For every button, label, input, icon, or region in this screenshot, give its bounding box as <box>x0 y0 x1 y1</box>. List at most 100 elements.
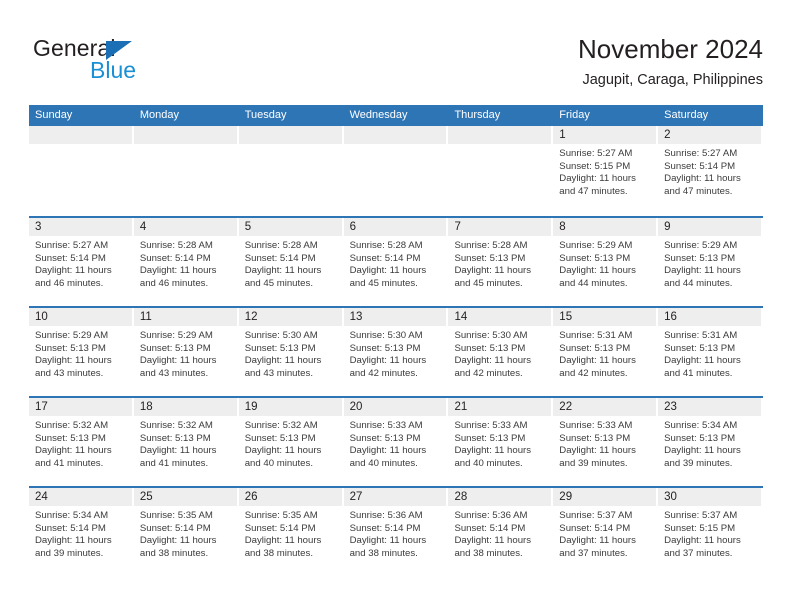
day-number: 15 <box>559 311 573 323</box>
daylight-text-line2: and 40 minutes. <box>454 457 523 469</box>
sunrise-text: Sunrise: 5:29 AM <box>139 330 213 341</box>
day-number-band: 2 <box>658 126 762 144</box>
daylight-text-line2: and 43 minutes. <box>139 367 209 379</box>
day-details <box>344 144 449 148</box>
day-cell[interactable]: 20 Sunrise: 5:33 AM Sunset: 5:13 PM Dayl… <box>343 398 449 486</box>
week-row: 3 Sunrise: 5:27 AM Sunset: 5:14 PM Dayli… <box>29 216 763 306</box>
sunset-text: Sunset: 5:15 PM <box>664 522 736 534</box>
day-number: 9 <box>664 221 671 233</box>
day-cell[interactable]: 23 Sunrise: 5:34 AM Sunset: 5:13 PM Dayl… <box>658 398 763 486</box>
day-cell[interactable]: 14 Sunrise: 5:30 AM Sunset: 5:13 PM Dayl… <box>448 308 553 396</box>
day-cell[interactable] <box>133 126 239 216</box>
day-cell[interactable]: 29 Sunrise: 5:37 AM Sunset: 5:14 PM Dayl… <box>553 488 658 576</box>
page-header: General Blue November 2024 Jagupit, Cara… <box>0 0 792 100</box>
day-cell[interactable]: 30 Sunrise: 5:37 AM Sunset: 5:15 PM Dayl… <box>658 488 763 576</box>
day-details <box>29 144 134 148</box>
day-cell[interactable]: 9 Sunrise: 5:29 AM Sunset: 5:13 PM Dayli… <box>658 218 763 306</box>
day-cell[interactable]: 6 Sunrise: 5:28 AM Sunset: 5:14 PM Dayli… <box>343 218 449 306</box>
sunrise-text: Sunrise: 5:27 AM <box>35 240 109 251</box>
day-details: Sunrise: 5:30 AM Sunset: 5:13 PM Dayligh… <box>448 326 553 380</box>
day-number-band: 22 <box>553 398 657 416</box>
day-cell[interactable] <box>238 126 344 216</box>
day-cell[interactable] <box>448 126 553 216</box>
sunset-text: Sunset: 5:14 PM <box>559 522 631 534</box>
weekday-header-row: Sunday Monday Tuesday Wednesday Thursday… <box>29 105 763 126</box>
day-cell[interactable]: 13 Sunrise: 5:30 AM Sunset: 5:13 PM Dayl… <box>343 308 449 396</box>
day-cell[interactable]: 26 Sunrise: 5:35 AM Sunset: 5:14 PM Dayl… <box>238 488 344 576</box>
day-details: Sunrise: 5:35 AM Sunset: 5:14 PM Dayligh… <box>239 506 344 560</box>
day-cell[interactable]: 4 Sunrise: 5:28 AM Sunset: 5:14 PM Dayli… <box>133 218 239 306</box>
day-cell[interactable]: 28 Sunrise: 5:36 AM Sunset: 5:14 PM Dayl… <box>448 488 553 576</box>
day-number-band: 15 <box>553 308 657 326</box>
sunrise-text: Sunrise: 5:32 AM <box>139 420 213 431</box>
sunrise-text: Sunrise: 5:28 AM <box>349 240 423 251</box>
daylight-text-line2: and 41 minutes. <box>664 367 733 379</box>
sunrise-text: Sunrise: 5:33 AM <box>349 420 423 431</box>
daylight-text-line1: Daylight: 11 hours <box>139 265 217 277</box>
day-cell[interactable] <box>29 126 134 216</box>
daylight-text-line1: Daylight: 11 hours <box>35 355 112 367</box>
calendar-page: General Blue November 2024 Jagupit, Cara… <box>0 0 792 612</box>
day-details: Sunrise: 5:32 AM Sunset: 5:13 PM Dayligh… <box>29 416 134 470</box>
sunset-text: Sunset: 5:13 PM <box>139 432 211 444</box>
daylight-text-line2: and 39 minutes. <box>664 457 733 469</box>
day-details <box>448 144 553 148</box>
day-cell[interactable]: 3 Sunrise: 5:27 AM Sunset: 5:14 PM Dayli… <box>29 218 134 306</box>
daylight-text-line1: Daylight: 11 hours <box>454 265 532 277</box>
daylight-text-line2: and 41 minutes. <box>139 457 209 469</box>
day-number: 22 <box>559 401 573 413</box>
day-cell[interactable]: 2 Sunrise: 5:27 AM Sunset: 5:14 PM Dayli… <box>658 126 763 216</box>
day-cell[interactable]: 5 Sunrise: 5:28 AM Sunset: 5:14 PM Dayli… <box>238 218 344 306</box>
daylight-text-line1: Daylight: 11 hours <box>244 355 322 367</box>
daylight-text-line2: and 44 minutes. <box>559 277 628 289</box>
daylight-text-line1: Daylight: 11 hours <box>559 445 636 457</box>
sunset-text: Sunset: 5:13 PM <box>35 432 106 444</box>
day-number-band: 26 <box>238 488 342 506</box>
day-cell[interactable]: 10 Sunrise: 5:29 AM Sunset: 5:13 PM Dayl… <box>29 308 134 396</box>
day-number: 1 <box>559 129 566 141</box>
sunrise-text: Sunrise: 5:27 AM <box>664 148 738 159</box>
day-details: Sunrise: 5:30 AM Sunset: 5:13 PM Dayligh… <box>344 326 449 380</box>
daylight-text-line1: Daylight: 11 hours <box>559 265 636 277</box>
day-cell[interactable]: 27 Sunrise: 5:36 AM Sunset: 5:14 PM Dayl… <box>343 488 449 576</box>
sunset-text: Sunset: 5:13 PM <box>454 432 526 444</box>
sunset-text: Sunset: 5:13 PM <box>35 342 106 354</box>
day-cell[interactable]: 11 Sunrise: 5:29 AM Sunset: 5:13 PM Dayl… <box>133 308 239 396</box>
sunrise-text: Sunrise: 5:30 AM <box>244 330 318 341</box>
day-number: 20 <box>349 401 363 413</box>
day-cell[interactable]: 7 Sunrise: 5:28 AM Sunset: 5:13 PM Dayli… <box>448 218 553 306</box>
day-cell[interactable]: 25 Sunrise: 5:35 AM Sunset: 5:14 PM Dayl… <box>133 488 239 576</box>
day-number-band: 23 <box>658 398 762 416</box>
day-cell[interactable]: 24 Sunrise: 5:34 AM Sunset: 5:14 PM Dayl… <box>29 488 134 576</box>
day-details: Sunrise: 5:34 AM Sunset: 5:14 PM Dayligh… <box>29 506 134 560</box>
day-cell[interactable]: 1 Sunrise: 5:27 AM Sunset: 5:15 PM Dayli… <box>553 126 658 216</box>
daylight-text-line1: Daylight: 11 hours <box>35 265 112 277</box>
general-blue-logo[interactable]: General Blue <box>33 36 233 86</box>
daylight-text-line1: Daylight: 11 hours <box>349 265 427 277</box>
daylight-text-line2: and 45 minutes. <box>244 277 313 289</box>
day-cell[interactable]: 19 Sunrise: 5:32 AM Sunset: 5:13 PM Dayl… <box>238 398 344 486</box>
sunrise-text: Sunrise: 5:36 AM <box>349 510 423 521</box>
sunset-text: Sunset: 5:14 PM <box>35 252 106 264</box>
day-number-band: 19 <box>238 398 342 416</box>
day-number-band <box>29 126 132 144</box>
day-cell[interactable]: 8 Sunrise: 5:29 AM Sunset: 5:13 PM Dayli… <box>553 218 658 306</box>
daylight-text-line2: and 40 minutes. <box>244 457 313 469</box>
day-cell[interactable]: 21 Sunrise: 5:33 AM Sunset: 5:13 PM Dayl… <box>448 398 553 486</box>
day-number-band: 3 <box>29 218 132 236</box>
day-cell[interactable]: 17 Sunrise: 5:32 AM Sunset: 5:13 PM Dayl… <box>29 398 134 486</box>
day-number-band: 11 <box>133 308 237 326</box>
day-number-band: 17 <box>29 398 132 416</box>
sunrise-text: Sunrise: 5:28 AM <box>139 240 213 251</box>
day-cell[interactable] <box>343 126 449 216</box>
day-cell[interactable]: 22 Sunrise: 5:33 AM Sunset: 5:13 PM Dayl… <box>553 398 658 486</box>
day-details: Sunrise: 5:36 AM Sunset: 5:14 PM Dayligh… <box>448 506 553 560</box>
daylight-text-line1: Daylight: 11 hours <box>559 535 636 547</box>
day-cell[interactable]: 15 Sunrise: 5:31 AM Sunset: 5:13 PM Dayl… <box>553 308 658 396</box>
day-cell[interactable]: 16 Sunrise: 5:31 AM Sunset: 5:13 PM Dayl… <box>658 308 763 396</box>
day-cell[interactable]: 12 Sunrise: 5:30 AM Sunset: 5:13 PM Dayl… <box>238 308 344 396</box>
day-cell[interactable]: 18 Sunrise: 5:32 AM Sunset: 5:13 PM Dayl… <box>133 398 239 486</box>
daylight-text-line1: Daylight: 11 hours <box>244 265 322 277</box>
day-details: Sunrise: 5:29 AM Sunset: 5:13 PM Dayligh… <box>29 326 134 380</box>
day-number-band: 24 <box>29 488 132 506</box>
